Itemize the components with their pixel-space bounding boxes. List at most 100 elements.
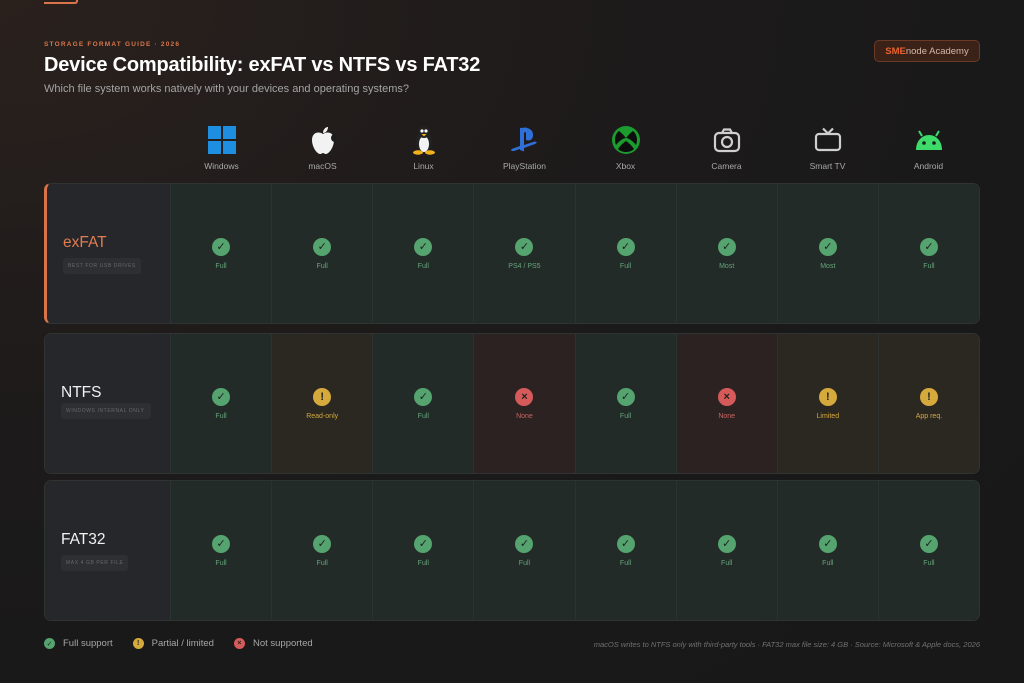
check-icon: ✓	[313, 237, 332, 256]
check-icon: ✓	[313, 534, 332, 553]
cell-exfat-linux: ✓ Full	[372, 184, 474, 323]
cell-text: None	[718, 412, 736, 420]
cell-fat32-xbox: ✓ Full	[574, 481, 676, 620]
brand-prefix: SME	[885, 45, 906, 57]
cell-text: PS4 / PS5	[508, 262, 541, 270]
camera-icon	[711, 124, 743, 156]
cell-text: Full	[417, 262, 429, 270]
cell-exfat-xbox: ✓ Full	[574, 184, 676, 323]
cross-icon: ×	[233, 638, 245, 649]
cell-exfat-playstation: ✓ PS4 / PS5	[473, 184, 575, 323]
format-tag: MAX 4 GB PER FILE	[61, 555, 129, 571]
device-label: Camera	[711, 161, 742, 171]
check-icon: ✓	[414, 237, 433, 256]
cell-text: Full	[417, 559, 429, 567]
device-android: Android	[878, 124, 979, 174]
cell-text: Full	[923, 559, 935, 567]
cell-ntfs-macos: ! Read-only	[271, 334, 373, 473]
linux-icon	[408, 124, 440, 156]
check-icon: ✓	[44, 638, 55, 649]
cross-icon: ×	[717, 387, 736, 406]
device-label: Smart TV	[809, 161, 846, 171]
windows-icon	[206, 124, 238, 156]
device-label: Windows	[204, 161, 239, 171]
device-label: Android	[913, 161, 944, 171]
legend-label: Full support	[63, 638, 113, 649]
check-icon: ✓	[414, 387, 433, 406]
cell-fat32-camera: ✓ Full	[675, 481, 777, 620]
cell-text: Read-only	[306, 412, 339, 420]
warning-icon: !	[919, 387, 938, 406]
check-icon: ✓	[515, 534, 534, 553]
device-linux: Linux	[373, 124, 474, 174]
cell-text: None	[516, 412, 533, 420]
check-icon: ✓	[717, 237, 736, 256]
cell-ntfs-xbox: ✓ Full	[574, 334, 676, 473]
xbox-icon	[610, 124, 642, 156]
cell-text: Full	[721, 559, 733, 567]
check-icon: ✓	[212, 534, 231, 553]
format-tag: WINDOWS INTERNAL ONLY	[61, 403, 151, 419]
cell-text: Full	[923, 262, 935, 270]
playstation-icon	[509, 124, 541, 156]
warning-icon: !	[132, 638, 144, 649]
cell-text: App req.	[915, 412, 943, 420]
cell-exfat-smart-tv: ✓ Most	[776, 184, 878, 323]
check-icon: ✓	[212, 237, 231, 256]
cell-fat32-windows: ✓ Full	[171, 481, 272, 620]
row-ntfs: NTFS WINDOWS INTERNAL ONLY ✓ Full ! Read-o…	[44, 333, 980, 474]
cell-text: Most	[719, 262, 735, 270]
cell-fat32-linux: ✓ Full	[372, 481, 474, 620]
cell-exfat-macos: ✓ Full	[271, 184, 373, 323]
check-icon: ✓	[919, 534, 938, 553]
cell-exfat-windows: ✓ Full	[171, 184, 272, 323]
device-label: Xbox	[615, 161, 636, 171]
device-label: PlayStation	[503, 161, 546, 171]
check-icon: ✓	[818, 237, 837, 256]
device-camera: Camera	[676, 124, 777, 174]
eyebrow-label: STORAGE FORMAT GUIDE · 2026	[44, 41, 181, 48]
brand-badge: SME node Academy	[874, 40, 980, 62]
cell-ntfs-camera: × None	[675, 334, 777, 473]
check-icon: ✓	[919, 237, 938, 256]
cell-text: Full	[215, 412, 227, 420]
page-subtitle: Which file system works natively with yo…	[44, 83, 409, 95]
cell-text: Full	[215, 262, 227, 270]
device-header-row: Windows macOS Linux PlayStation Xbox Cam…	[171, 124, 979, 174]
row-header: exFAT BEST FOR USB DRIVES	[47, 184, 171, 323]
cell-text: Full	[619, 559, 632, 567]
cell-text: Full	[316, 262, 328, 270]
tv-icon	[812, 124, 844, 156]
row-header: FAT32 MAX 4 GB PER FILE	[45, 481, 171, 620]
footnote: macOS writes to NTFS only with third-par…	[593, 640, 980, 649]
top-accent-mark	[44, 0, 78, 4]
device-windows: Windows	[171, 124, 272, 174]
legend-label: Not supported	[252, 638, 313, 649]
cross-icon: ×	[515, 387, 534, 406]
row-exfat: exFAT BEST FOR USB DRIVES ✓ Full ✓ Full ✓ F…	[44, 183, 980, 324]
cell-exfat-android: ✓ Full	[877, 184, 979, 323]
cell-ntfs-playstation: × None	[473, 334, 575, 473]
check-icon: ✓	[818, 534, 837, 553]
cell-text: Full	[619, 412, 632, 420]
check-icon: ✓	[616, 534, 635, 553]
check-icon: ✓	[414, 534, 433, 553]
legend-none: × Not supported	[233, 638, 313, 649]
device-label: Linux	[413, 161, 434, 171]
legend: ✓ Full support ! Partial / limited × Not su…	[44, 638, 333, 649]
format-tag: BEST FOR USB DRIVES	[63, 258, 141, 274]
cell-fat32-playstation: ✓ Full	[473, 481, 575, 620]
format-name: FAT32	[61, 531, 106, 548]
legend-full: ✓ Full support	[44, 638, 113, 649]
cell-ntfs-smart-tv: ! Limited	[776, 334, 878, 473]
format-name: exFAT	[63, 234, 107, 251]
check-icon: ✓	[717, 534, 736, 553]
apple-icon	[307, 124, 339, 156]
cell-text: Full	[518, 559, 531, 567]
cell-fat32-macos: ✓ Full	[271, 481, 373, 620]
cell-ntfs-windows: ✓ Full	[171, 334, 272, 473]
device-macos: macOS	[272, 124, 373, 174]
cell-text: Most	[820, 262, 836, 270]
device-smart-tv: Smart TV	[777, 124, 878, 174]
cell-text: Full	[822, 559, 834, 567]
